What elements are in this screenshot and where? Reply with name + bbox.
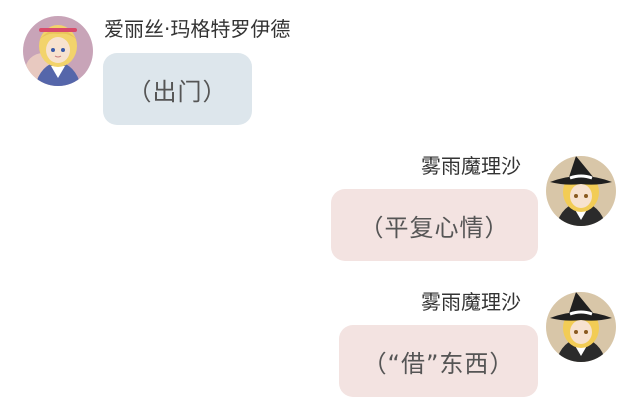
message-bubble[interactable]: （“借”东西）: [339, 325, 538, 397]
marisa-avatar-icon[interactable]: [546, 292, 616, 362]
message-text: （出门）: [127, 77, 228, 106]
message-bubble[interactable]: （平复心情）: [331, 189, 538, 261]
sender-name: 爱丽丝·玛格特罗伊德: [104, 17, 291, 41]
alice-avatar-icon[interactable]: [23, 16, 93, 86]
chat-log: 爱丽丝·玛格特罗伊德 （出门） 雾雨魔理沙 （平复心情） 雾雨魔理沙 （“借”东…: [0, 0, 640, 409]
sender-name: 雾雨魔理沙: [421, 154, 521, 178]
message-text: （平复心情）: [359, 213, 510, 242]
message-text: （“借”东西）: [362, 349, 515, 378]
sender-name: 雾雨魔理沙: [421, 290, 521, 314]
marisa-avatar-icon[interactable]: [546, 156, 616, 226]
message-bubble[interactable]: （出门）: [103, 53, 252, 125]
